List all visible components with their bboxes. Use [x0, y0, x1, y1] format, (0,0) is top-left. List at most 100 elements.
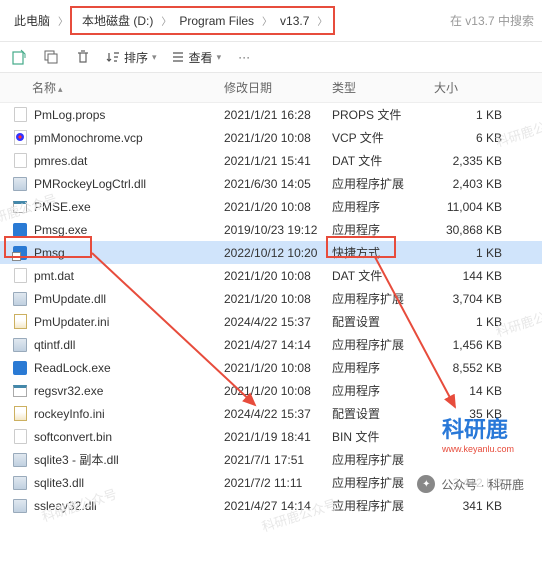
file-name: regsvr32.exe — [34, 384, 103, 398]
file-name: PmLog.props — [34, 108, 105, 122]
breadcrumb-item[interactable]: Program Files — [173, 12, 260, 30]
file-size: 1,456 KB — [434, 338, 520, 352]
file-size: 30,868 KB — [434, 223, 520, 237]
file-type: 快捷方式 — [332, 244, 434, 261]
file-icon — [12, 314, 28, 330]
file-name: PmUpdate.dll — [34, 292, 106, 306]
file-row[interactable]: PmUpdater.ini2024/4/22 15:37配置设置1 KB — [0, 310, 542, 333]
search-input[interactable]: 在 v13.7 中搜索 — [450, 12, 534, 29]
file-list[interactable]: PmLog.props2021/1/21 16:28PROPS 文件1 KBpm… — [0, 103, 542, 561]
file-row[interactable]: Pmsg 2022/10/12 10:20快捷方式1 KB — [0, 241, 542, 264]
more-icon[interactable]: ··· — [235, 48, 253, 66]
file-type: 应用程序扩展 — [332, 175, 434, 192]
view-label: 查看 — [189, 49, 213, 66]
file-date: 2019/10/23 19:12 — [224, 223, 332, 237]
file-name: qtintf.dll — [34, 338, 75, 352]
file-size: 3,412 KB — [434, 476, 520, 490]
file-name: pmres.dat — [34, 154, 87, 168]
file-icon — [12, 153, 28, 169]
file-size: 1 KB — [434, 315, 520, 329]
file-size: 35 KB — [434, 407, 520, 421]
chevron-right-icon: 〉 — [262, 13, 272, 28]
sort-label: 排序 — [124, 49, 148, 66]
file-name: PMSE.exe — [34, 200, 91, 214]
file-date: 2021/1/20 10:08 — [224, 292, 332, 306]
file-row[interactable]: pmMonochrome.vcp2021/1/20 10:08VCP 文件6 K… — [0, 126, 542, 149]
file-icon — [12, 245, 28, 261]
sort-asc-icon: ▴ — [58, 84, 63, 94]
file-date: 2021/1/19 18:41 — [224, 430, 332, 444]
file-row[interactable]: regsvr32.exe2021/1/20 10:08应用程序14 KB — [0, 379, 542, 402]
delete-icon[interactable] — [74, 48, 92, 66]
file-row[interactable]: PmLog.props2021/1/21 16:28PROPS 文件1 KB — [0, 103, 542, 126]
file-row[interactable]: sqlite3 - 副本.dll2021/7/1 17:51应用程序扩展 — [0, 448, 542, 471]
column-size[interactable]: 大小 — [434, 79, 520, 96]
file-row[interactable]: softconvert.bin2021/1/19 18:41BIN 文件 — [0, 425, 542, 448]
file-row[interactable]: pmres.dat2021/1/21 15:41DAT 文件2,335 KB — [0, 149, 542, 172]
file-type: 应用程序 — [332, 221, 434, 238]
view-button[interactable]: 查看 ▾ — [171, 49, 222, 66]
file-icon — [12, 199, 28, 215]
file-icon — [12, 176, 28, 192]
file-name: pmt.dat — [34, 269, 74, 283]
breadcrumb: 此电脑 〉 本地磁盘 (D:) 〉 Program Files 〉 v13.7 … — [0, 0, 542, 42]
breadcrumb-highlight: 本地磁盘 (D:) 〉 Program Files 〉 v13.7 〉 — [70, 6, 335, 35]
file-date: 2024/4/22 15:37 — [224, 315, 332, 329]
file-row[interactable]: PmUpdate.dll2021/1/20 10:08应用程序扩展3,704 K… — [0, 287, 542, 310]
toolbar: 排序 ▾ 查看 ▾ ··· — [0, 42, 542, 73]
file-size: 1 KB — [434, 246, 520, 260]
breadcrumb-item[interactable]: 本地磁盘 (D:) — [76, 10, 159, 31]
breadcrumb-item[interactable]: v13.7 — [274, 12, 315, 30]
copy-icon[interactable] — [42, 48, 60, 66]
new-icon[interactable] — [10, 48, 28, 66]
file-type: BIN 文件 — [332, 428, 434, 445]
file-size: 341 KB — [434, 499, 520, 513]
file-row[interactable]: PMSE.exe2021/1/20 10:08应用程序11,004 KB — [0, 195, 542, 218]
file-row[interactable]: ReadLock.exe2021/1/20 10:08应用程序8,552 KB — [0, 356, 542, 379]
file-name: sqlite3.dll — [34, 476, 84, 490]
file-name: Pmsg — [34, 246, 65, 260]
file-name: rockeyInfo.ini — [34, 407, 105, 421]
file-icon — [12, 268, 28, 284]
file-row[interactable]: qtintf.dll 2021/4/27 14:14应用程序扩展1,456 KB — [0, 333, 542, 356]
file-type: DAT 文件 — [332, 152, 434, 169]
chevron-right-icon: 〉 — [317, 13, 327, 28]
file-size: 1 KB — [434, 108, 520, 122]
file-type: 应用程序扩展 — [332, 497, 434, 514]
sort-button[interactable]: 排序 ▾ — [106, 49, 157, 66]
file-date: 2021/6/30 14:05 — [224, 177, 332, 191]
file-name: pmMonochrome.vcp — [34, 131, 143, 145]
file-type: 应用程序扩展 — [332, 474, 434, 491]
view-icon — [171, 50, 185, 64]
file-icon — [12, 383, 28, 399]
file-icon — [12, 130, 28, 146]
file-name: Pmsg.exe — [34, 223, 87, 237]
file-icon — [12, 406, 28, 422]
file-icon — [12, 291, 28, 307]
file-date: 2021/1/20 10:08 — [224, 384, 332, 398]
breadcrumb-root[interactable]: 此电脑 — [8, 10, 56, 31]
file-date: 2022/10/12 10:20 — [224, 246, 332, 260]
file-row[interactable]: Pmsg.exe 2019/10/23 19:12应用程序30,868 KB — [0, 218, 542, 241]
column-date[interactable]: 修改日期 — [224, 79, 332, 96]
chevron-right-icon: 〉 — [58, 13, 68, 28]
file-size: 11,004 KB — [434, 200, 520, 214]
file-row[interactable]: ssleay32.dll2021/4/27 14:14应用程序扩展341 KB — [0, 494, 542, 517]
file-row[interactable]: PMRockeyLogCtrl.dll 2021/6/30 14:05应用程序扩展… — [0, 172, 542, 195]
file-icon — [12, 498, 28, 514]
file-name: PMRockeyLogCtrl.dll — [34, 177, 146, 191]
file-type: 应用程序扩展 — [332, 290, 434, 307]
file-type: 应用程序扩展 — [332, 336, 434, 353]
file-row[interactable]: rockeyInfo.ini2024/4/22 15:37配置设置35 KB — [0, 402, 542, 425]
file-type: 配置设置 — [332, 313, 434, 330]
file-size: 2,403 KB — [434, 177, 520, 191]
file-type: 应用程序扩展 — [332, 451, 434, 468]
file-date: 2021/4/27 14:14 — [224, 338, 332, 352]
file-type: 应用程序 — [332, 198, 434, 215]
file-row[interactable]: pmt.dat2021/1/20 10:08DAT 文件144 KB — [0, 264, 542, 287]
file-row[interactable]: sqlite3.dll2021/7/2 11:11应用程序扩展3,412 KB — [0, 471, 542, 494]
column-type[interactable]: 类型 — [332, 79, 434, 96]
column-name[interactable]: 名称▴ — [0, 79, 224, 96]
file-size: 2,335 KB — [434, 154, 520, 168]
file-date: 2024/4/22 15:37 — [224, 407, 332, 421]
